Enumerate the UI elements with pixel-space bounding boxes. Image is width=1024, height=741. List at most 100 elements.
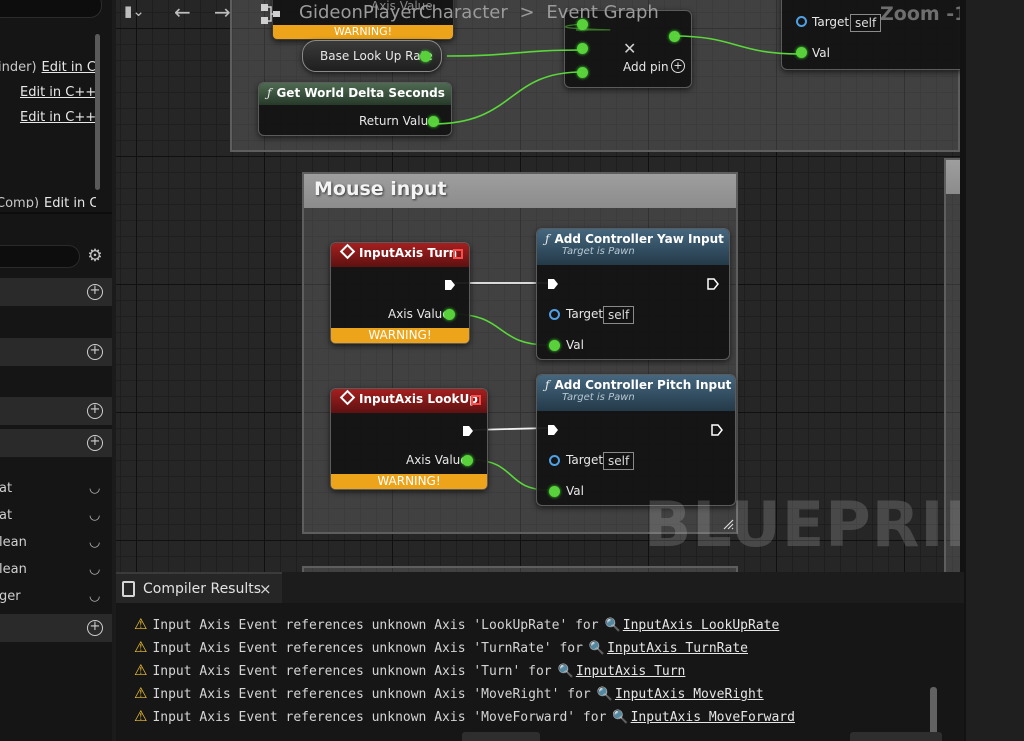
- details-search-box[interactable]: [0, 245, 80, 268]
- axis-value-pin[interactable]: [444, 309, 455, 320]
- add-icon[interactable]: +: [87, 344, 103, 360]
- output-pin[interactable]: [428, 116, 439, 127]
- gear-icon[interactable]: ⚙: [85, 246, 105, 266]
- search-icon: 🔍: [557, 664, 574, 679]
- edit-in-cpp-link[interactable]: Edit in C: [44, 196, 96, 208]
- input-axis-turn-node[interactable]: InputAxis Turn Axis Value WARNING!: [330, 242, 470, 344]
- variable-row[interactable]: at ◡: [0, 508, 112, 530]
- warning-icon: ⚠: [134, 661, 148, 679]
- add-controller-yaw-input-node[interactable]: ƒ Add Controller Yaw Input Target is Pawn…: [536, 228, 730, 360]
- eye-closed-icon[interactable]: ◡: [89, 589, 100, 604]
- node-subtitle: Target is Pawn: [562, 246, 635, 257]
- target-label: Target: [566, 307, 604, 321]
- warning-icon: ⚠: [134, 707, 148, 725]
- panel-search-box[interactable]: [0, 0, 102, 18]
- edit-in-cpp-link[interactable]: Edit in C++: [20, 85, 96, 100]
- section-header[interactable]: +: [0, 429, 112, 457]
- comment-title-partial: [946, 160, 960, 194]
- target-self-field[interactable]: self: [603, 306, 635, 324]
- edit-in-cpp-link[interactable]: Edit in C++: [20, 110, 96, 125]
- add-icon[interactable]: +: [87, 403, 103, 419]
- close-tab-icon[interactable]: ×: [259, 580, 272, 598]
- message-link[interactable]: InputAxis TurnRate: [607, 641, 748, 656]
- event-delegate-icon[interactable]: [453, 249, 463, 259]
- blueprint-graph[interactable]: Axis Value WARNING! Base Look Up Rate ✕ …: [116, 0, 960, 572]
- target-self-field[interactable]: self: [603, 452, 635, 470]
- exec-in-pin[interactable]: [547, 278, 559, 290]
- input-axis-lookup-node[interactable]: InputAxis LookUp Axis Value WARNING!: [330, 388, 488, 490]
- panel-divider: [0, 212, 112, 214]
- breadcrumb-graph[interactable]: Event Graph: [546, 2, 659, 23]
- warning-bar: WARNING!: [331, 474, 487, 489]
- event-delegate-icon[interactable]: [471, 395, 481, 405]
- compiler-results-panel: Compiler Results × ⚠ Input Axis Event ref…: [116, 572, 964, 741]
- target-pin[interactable]: [796, 16, 807, 27]
- message-link[interactable]: InputAxis LookUpRate: [623, 618, 780, 633]
- add-pin-label[interactable]: Add pin: [623, 60, 669, 74]
- target-self-field[interactable]: self: [850, 14, 882, 32]
- add-icon[interactable]: +: [87, 620, 103, 636]
- clear-button[interactable]: [850, 732, 942, 741]
- forward-arrow-icon[interactable]: →: [214, 0, 231, 24]
- comment-title[interactable]: Mouse input: [304, 174, 736, 208]
- message-link[interactable]: InputAxis MoveForward: [631, 710, 795, 725]
- function-icon: ƒ: [545, 232, 550, 246]
- back-arrow-icon[interactable]: ←: [174, 0, 191, 24]
- variable-row[interactable]: lean ◡: [0, 535, 112, 557]
- exec-out-pin[interactable]: [711, 424, 723, 436]
- target-pin[interactable]: [549, 309, 560, 320]
- axis-value-label: Axis Value: [388, 307, 450, 321]
- output-pin[interactable]: [420, 51, 431, 62]
- variable-row[interactable]: ger ◡: [0, 589, 112, 611]
- node-title: Get World Delta Seconds: [276, 86, 445, 100]
- edit-in-cpp-link[interactable]: Edit in C: [42, 60, 96, 75]
- breadcrumb-root[interactable]: GideonPlayerCharacter: [299, 2, 508, 23]
- list-item: ⚠ Input Axis Event references unknown Axi…: [134, 661, 685, 681]
- section-header[interactable]: +: [0, 614, 112, 642]
- output-pin[interactable]: [669, 31, 680, 42]
- input-pin[interactable]: [577, 67, 588, 78]
- val-pin[interactable]: [549, 340, 560, 351]
- page-button[interactable]: [462, 732, 540, 741]
- tab-label: Compiler Results: [143, 581, 262, 597]
- section-header[interactable]: +: [0, 338, 112, 366]
- variable-name: lean: [0, 535, 27, 550]
- add-controller-pitch-input-node[interactable]: ƒ Add Controller Pitch Input Target is Pa…: [536, 374, 736, 506]
- message-link[interactable]: InputAxis MoveRight: [615, 687, 764, 702]
- exec-out-pin[interactable]: [462, 425, 474, 437]
- exec-out-pin[interactable]: [707, 278, 719, 290]
- variable-row[interactable]: at ◡: [0, 481, 112, 503]
- section-header[interactable]: +: [0, 397, 112, 425]
- function-row[interactable]: inder) Edit in C: [0, 60, 98, 82]
- tab-compiler-results[interactable]: Compiler Results ×: [116, 572, 282, 603]
- bookmark-icon[interactable]: ▮⌄: [124, 2, 145, 20]
- get-world-delta-seconds-node[interactable]: ƒ Get World Delta Seconds Return Value: [258, 82, 452, 136]
- message-link[interactable]: InputAxis Turn: [576, 664, 686, 679]
- variable-name: ger: [0, 589, 21, 604]
- val-pin[interactable]: [549, 486, 560, 497]
- eye-closed-icon[interactable]: ◡: [89, 481, 100, 496]
- warning-icon: ⚠: [134, 638, 148, 656]
- panel-scrollbar[interactable]: [95, 34, 100, 190]
- eye-closed-icon[interactable]: ◡: [89, 562, 100, 577]
- exec-in-pin[interactable]: [547, 424, 559, 436]
- function-row[interactable]: Comp) Edit in C: [0, 196, 96, 208]
- node-title: Add Controller Yaw Input: [554, 232, 724, 246]
- val-pin[interactable]: [796, 47, 807, 58]
- function-icon: ƒ: [545, 378, 550, 392]
- eye-closed-icon[interactable]: ◡: [89, 535, 100, 550]
- target-pin[interactable]: [549, 455, 560, 466]
- add-icon[interactable]: +: [87, 284, 103, 300]
- add-pin-icon[interactable]: +: [671, 59, 685, 73]
- section-header[interactable]: +: [0, 278, 112, 306]
- variable-row[interactable]: lean ◡: [0, 562, 112, 584]
- add-icon[interactable]: +: [87, 435, 103, 451]
- exec-out-pin[interactable]: [444, 279, 456, 291]
- editor-root: inder) Edit in C Edit in C++ Edit in C++ …: [0, 0, 1024, 741]
- axis-value-pin[interactable]: [462, 455, 473, 466]
- base-look-up-rate-node[interactable]: Base Look Up Rate: [302, 40, 442, 72]
- node-header: ƒ Add Controller Pitch Input Target is Pa…: [537, 375, 735, 411]
- compiler-results-icon: [122, 581, 135, 597]
- eye-closed-icon[interactable]: ◡: [89, 508, 100, 523]
- input-pin[interactable]: [577, 43, 588, 54]
